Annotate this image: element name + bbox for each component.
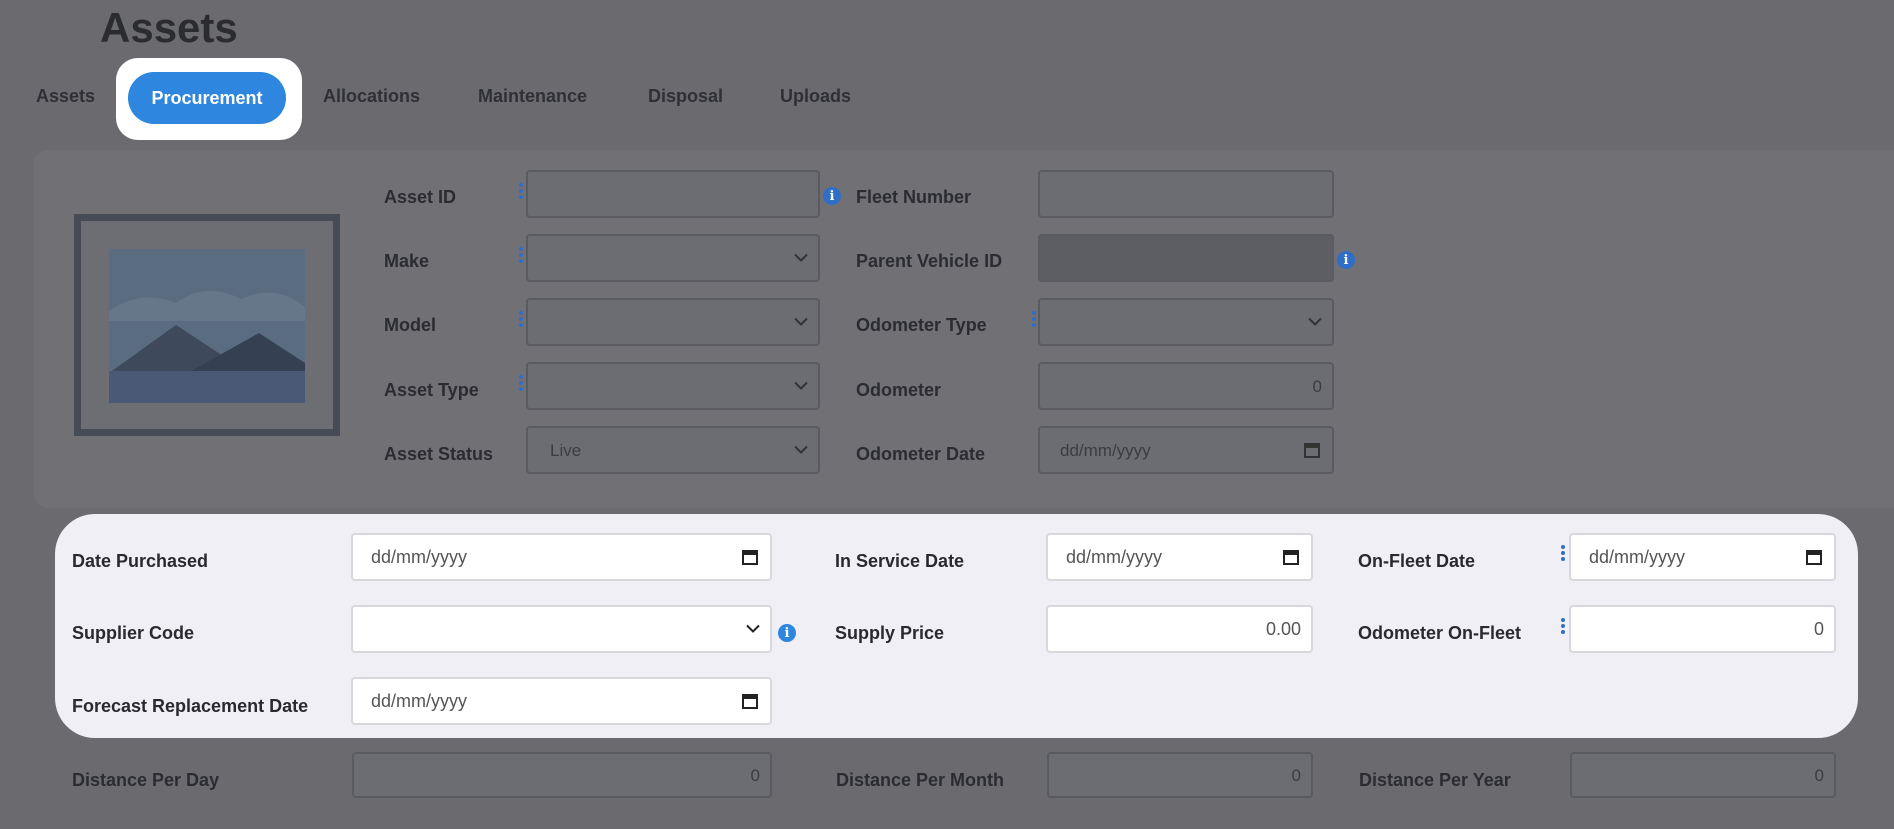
odometer-on-fleet-value: 0 [1813, 619, 1824, 639]
supply-price-input[interactable]: 0.00 [1046, 605, 1313, 653]
forecast-replacement-label: Forecast Replacement Date [72, 696, 309, 716]
distance-per-year-value: 0 [1814, 766, 1824, 785]
asset-id-label: Asset ID [384, 187, 457, 207]
page: Assets Assets Procurement Allocations Ma… [0, 0, 1894, 829]
make-select[interactable] [526, 234, 820, 282]
asset-status-select[interactable]: Live [526, 426, 820, 474]
tab-disposal[interactable]: Disposal [648, 86, 723, 107]
calendar-icon[interactable] [1283, 549, 1299, 565]
chevron-down-icon [794, 253, 808, 262]
on-fleet-input[interactable]: dd/mm/yyyy [1569, 533, 1836, 581]
supply-price-label: Supply Price [835, 623, 945, 643]
chevron-down-icon [794, 445, 808, 454]
calendar-icon[interactable] [1304, 442, 1320, 458]
tab-uploads[interactable]: Uploads [780, 86, 851, 107]
parent-vehicle-id-label: Parent Vehicle ID [856, 251, 1003, 271]
distance-per-day-label: Distance Per Day [72, 770, 220, 790]
asset-status-value: Live [550, 441, 582, 460]
supplier-code-label: Supplier Code [72, 623, 195, 643]
odometer-on-fleet-input[interactable]: 0 [1569, 605, 1836, 653]
odometer-input[interactable]: 0 [1038, 362, 1334, 410]
odometer-on-fleet-label: Odometer On-Fleet [1358, 623, 1522, 643]
make-label: Make [384, 251, 430, 271]
calendar-icon[interactable] [1806, 549, 1822, 565]
distance-per-year-label: Distance Per Year [1359, 770, 1511, 790]
chevron-down-icon [794, 317, 808, 326]
on-fleet-placeholder: dd/mm/yyyy [1589, 547, 1686, 567]
info-icon[interactable]: i [778, 624, 796, 642]
in-service-placeholder: dd/mm/yyyy [1066, 547, 1163, 567]
page-title: Assets [100, 4, 238, 51]
model-select[interactable] [526, 298, 820, 346]
date-purchased-label: Date Purchased [72, 551, 209, 571]
distance-per-month-input[interactable]: 0 [1047, 752, 1313, 798]
tab-assets[interactable]: Assets [36, 86, 95, 107]
more-vertical-icon[interactable] [518, 310, 524, 332]
calendar-icon[interactable] [742, 693, 758, 709]
asset-status-label: Asset Status [384, 444, 494, 464]
odometer-value: 0 [1312, 377, 1322, 396]
distance-per-month-label: Distance Per Month [836, 770, 1005, 790]
chevron-down-icon [746, 624, 760, 633]
odometer-label: Odometer [856, 380, 942, 400]
on-fleet-label: On-Fleet Date [1358, 551, 1476, 571]
asset-type-select[interactable] [526, 362, 820, 410]
supply-price-value: 0.00 [1265, 619, 1301, 639]
odometer-type-label: Odometer Type [856, 315, 987, 335]
more-vertical-icon[interactable] [1560, 544, 1566, 566]
asset-id-input[interactable] [526, 170, 820, 218]
forecast-replacement-input[interactable]: dd/mm/yyyy [351, 677, 772, 725]
odometer-type-select[interactable] [1038, 298, 1334, 346]
asset-type-label: Asset Type [384, 380, 479, 400]
tab-allocations[interactable]: Allocations [323, 86, 420, 107]
forecast-replacement-placeholder: dd/mm/yyyy [371, 691, 468, 711]
more-vertical-icon[interactable] [518, 246, 524, 268]
chevron-down-icon [1308, 317, 1322, 326]
in-service-label: In Service Date [835, 551, 965, 571]
chevron-down-icon [794, 381, 808, 390]
more-vertical-icon[interactable] [1031, 310, 1037, 332]
tab-maintenance[interactable]: Maintenance [478, 86, 587, 107]
more-vertical-icon[interactable] [518, 182, 524, 204]
model-label: Model [384, 315, 436, 335]
more-vertical-icon[interactable] [1560, 617, 1566, 639]
date-purchased-input[interactable]: dd/mm/yyyy [351, 533, 772, 581]
distance-per-day-value: 0 [750, 766, 760, 785]
odometer-date-label: Odometer Date [856, 444, 986, 464]
fleet-number-label: Fleet Number [856, 187, 972, 207]
distance-per-month-value: 0 [1291, 766, 1301, 785]
tab-procurement[interactable]: Procurement [128, 72, 286, 124]
calendar-icon[interactable] [742, 549, 758, 565]
more-vertical-icon[interactable] [518, 374, 524, 396]
date-purchased-placeholder: dd/mm/yyyy [371, 547, 468, 567]
odometer-date-input[interactable]: dd/mm/yyyy [1038, 426, 1334, 474]
odometer-date-placeholder: dd/mm/yyyy [1060, 441, 1151, 460]
in-service-input[interactable]: dd/mm/yyyy [1046, 533, 1313, 581]
info-icon[interactable]: i [823, 187, 841, 205]
distance-per-year-input[interactable]: 0 [1570, 752, 1836, 798]
supplier-code-select[interactable] [351, 605, 772, 653]
info-icon[interactable]: i [1337, 251, 1355, 269]
parent-vehicle-id-input [1038, 234, 1334, 282]
fleet-number-input[interactable] [1038, 170, 1334, 218]
distance-per-day-input[interactable]: 0 [352, 752, 772, 798]
image-placeholder-icon[interactable] [74, 214, 340, 436]
